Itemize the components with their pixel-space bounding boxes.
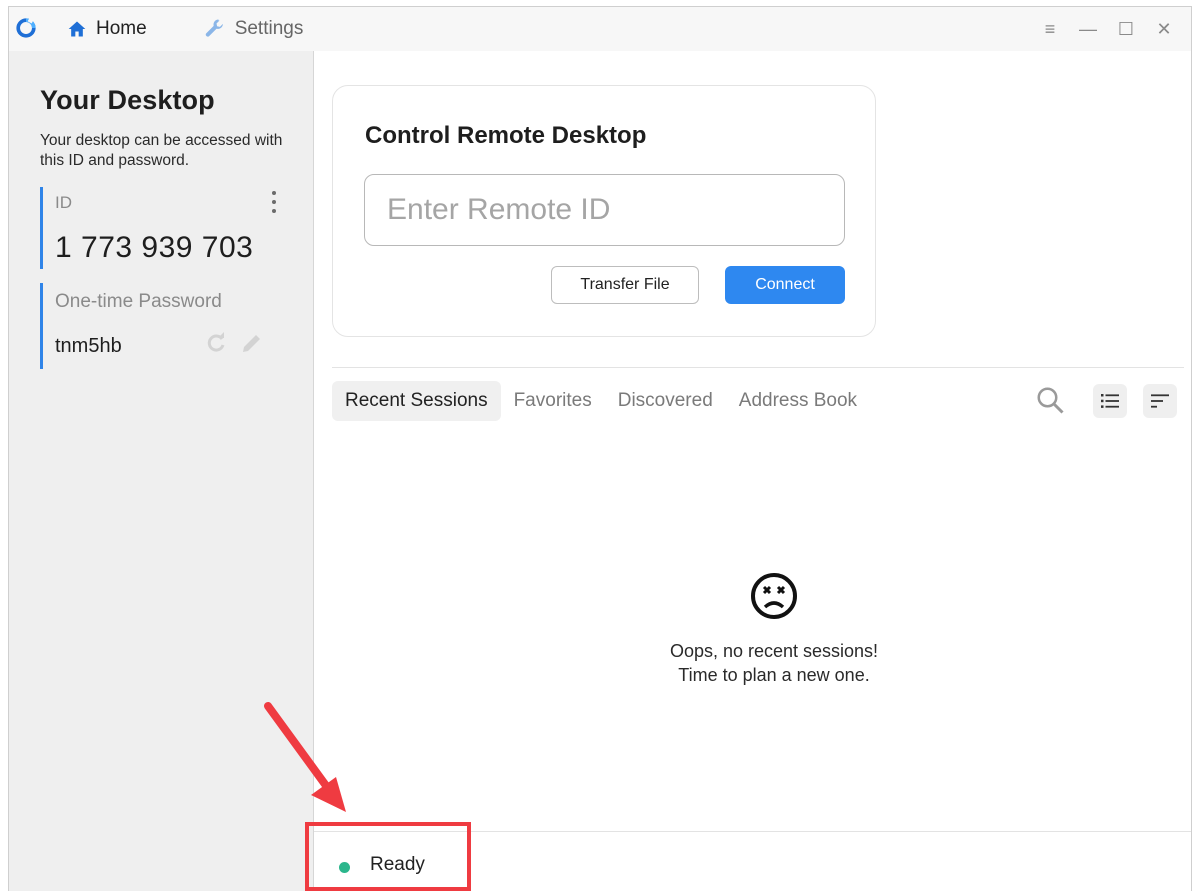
app-logo-icon	[16, 17, 36, 38]
id-label: ID	[55, 193, 72, 212]
title-bar: Home Settings ≡ — ☐ ✕	[9, 7, 1191, 51]
sidebar-title: Your Desktop	[40, 85, 215, 115]
session-tabs: Recent Sessions Favorites Discovered Add…	[332, 381, 870, 421]
password-actions	[204, 331, 264, 355]
minimize-icon[interactable]: —	[1069, 7, 1107, 51]
tab-home-label: Home	[96, 18, 147, 39]
connect-button[interactable]: Connect	[725, 266, 845, 304]
password-label: One-time Password	[55, 291, 222, 312]
connect-card: Control Remote Desktop Transfer File Con…	[332, 85, 876, 337]
app-window: Home Settings ≡ — ☐ ✕ Your Desktop Your …	[8, 6, 1192, 891]
password-block: One-time Password tnm5hb	[40, 283, 280, 369]
tab-settings[interactable]: Settings	[203, 7, 304, 51]
list-icon	[1101, 394, 1119, 408]
sort-button[interactable]	[1143, 384, 1177, 418]
tab-recent-sessions[interactable]: Recent Sessions	[332, 381, 501, 421]
close-icon[interactable]: ✕	[1145, 7, 1183, 51]
edit-icon[interactable]	[240, 331, 264, 355]
tab-discovered[interactable]: Discovered	[605, 381, 726, 421]
window-controls: ≡ — ☐ ✕	[1031, 7, 1183, 51]
sort-icon	[1151, 394, 1169, 408]
sad-face-icon	[751, 573, 797, 619]
home-icon	[68, 21, 86, 37]
tab-address-book[interactable]: Address Book	[726, 381, 870, 421]
remote-id-input[interactable]	[364, 174, 845, 246]
annotation-highlight-box	[305, 822, 471, 891]
password-value: tnm5hb	[55, 335, 122, 357]
more-options-icon[interactable]	[268, 191, 280, 213]
maximize-icon[interactable]: ☐	[1107, 7, 1145, 51]
transfer-file-button[interactable]: Transfer File	[551, 266, 699, 304]
tab-favorites[interactable]: Favorites	[501, 381, 605, 421]
menu-icon[interactable]: ≡	[1031, 7, 1069, 51]
tab-home[interactable]: Home	[67, 7, 147, 51]
wrench-icon	[205, 19, 223, 37]
sidebar-description: Your desktop can be accessed with this I…	[40, 132, 283, 169]
refresh-icon[interactable]	[204, 331, 228, 355]
empty-state: Oops, no recent sessions! Time to plan a…	[624, 571, 924, 687]
main-panel: Control Remote Desktop Transfer File Con…	[314, 51, 1191, 891]
id-value: 1 773 939 703	[55, 231, 254, 264]
list-view-button[interactable]	[1093, 384, 1127, 418]
id-block: ID 1 773 939 703	[40, 187, 280, 269]
sidebar: Your Desktop Your desktop can be accesse…	[9, 51, 314, 891]
connect-card-title: Control Remote Desktop	[365, 122, 647, 149]
search-icon[interactable]	[1035, 385, 1065, 415]
empty-message-line2: Time to plan a new one.	[678, 665, 870, 685]
section-divider	[332, 367, 1184, 368]
tab-settings-label: Settings	[234, 18, 304, 39]
empty-message-line1: Oops, no recent sessions!	[669, 641, 879, 661]
